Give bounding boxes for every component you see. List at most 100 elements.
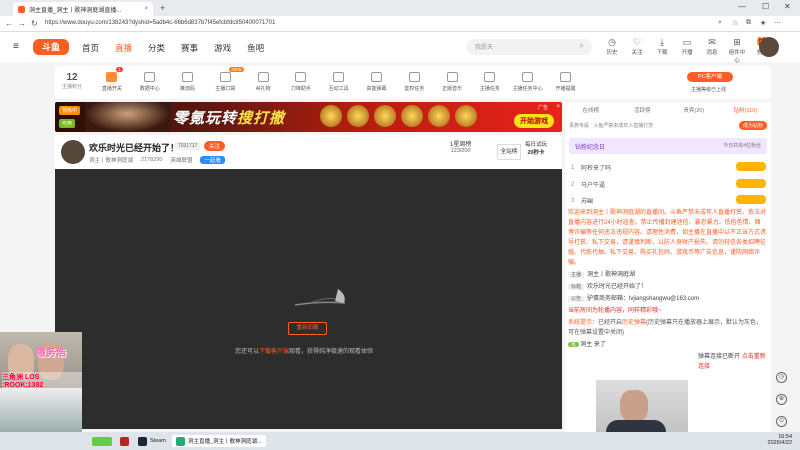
chat-line: 标题 欢乐时光已经开始了！ [568, 282, 766, 292]
tab-online-rank[interactable]: 在线榜 [565, 106, 617, 114]
system-clock[interactable]: 16:54 2026/4/22 [768, 434, 792, 446]
taskbar-app-icon[interactable] [120, 435, 129, 447]
rank-row[interactable]: 3 苏幽 [571, 195, 766, 205]
fu-badge: 福 [568, 342, 579, 347]
tool-auth-task[interactable]: 鉴权任务 [395, 70, 433, 92]
video-player[interactable]: 重新加载 您还可以下载客户端观看，获得纯净极速的观看体验 [55, 169, 562, 429]
tool-stream-key[interactable]: 推流码 [169, 70, 207, 92]
new-tab-button[interactable]: + [160, 3, 165, 13]
zoom-icon[interactable]: ⌕ [718, 19, 722, 27]
address-bar-row: ← → ↻ https://www.douyu.com/138243?dyshi… [0, 16, 800, 32]
host-name[interactable]: 洞主丨歌神洞庭湖 [89, 156, 133, 164]
tool-pocket[interactable]: NEW 主播口袋 [206, 67, 244, 92]
game-banner-ad[interactable]: 预热中 可用 零氪玩转搜打撤 广告 开始游戏 × [55, 102, 562, 132]
fan-anniversary[interactable]: 钻粉纪念日 今日共有4位粉丝 [569, 138, 767, 154]
close-tab-icon[interactable]: × [144, 6, 148, 12]
tool-data-center[interactable]: 数据中心 [131, 70, 169, 92]
close-ad-icon[interactable]: × [556, 104, 560, 110]
start-game-button[interactable]: 开始游戏 [514, 114, 554, 128]
download-button[interactable]: ⤓ 下载 [652, 37, 672, 64]
overlay-name: 嗷务浩 [36, 348, 66, 359]
available-tag: 可用 [59, 119, 76, 128]
notification-badge: 1 [116, 67, 123, 72]
minimize-button[interactable]: — [738, 2, 746, 11]
browser-menu-icon[interactable]: ⋯ [774, 19, 781, 27]
tool-interaction[interactable]: 互动工具 [320, 70, 358, 92]
tool-live-reminder[interactable]: 开播提醒 [547, 70, 585, 92]
nav-category[interactable]: 分类 [148, 42, 165, 54]
all-site-rank-button[interactable]: 全站榜 [497, 144, 521, 160]
douyu-logo[interactable]: 斗鱼 [33, 39, 69, 55]
anchor-score[interactable]: 12 主播积分 [59, 72, 85, 90]
follow-button[interactable]: 关注 [204, 141, 226, 151]
level-upgrade-link[interactable]: 主播等级已上线 [691, 86, 726, 93]
go-live-button[interactable]: ▭ 开播 [677, 37, 697, 64]
ad-icon [408, 72, 420, 82]
tool-blade-assistant[interactable]: 刀锋助手 [282, 70, 320, 92]
nav-games[interactable]: 游戏 [214, 42, 231, 54]
favorites-icon[interactable]: ★ [760, 19, 766, 27]
close-window-button[interactable]: ✕ [784, 2, 791, 11]
tool-task-center[interactable]: 主播任务中心 [509, 70, 547, 92]
browser-icon [176, 436, 185, 446]
search-input[interactable]: 我愿天 ⌕ [466, 39, 592, 55]
taskbar-browser[interactable]: 洞主直播_洞主丨歌神洞庭湖... [172, 435, 266, 447]
loading-spinner-icon [294, 289, 346, 306]
become-diamond-fan-button[interactable]: 成为钻粉 [738, 121, 767, 130]
taskbar-steam[interactable]: Steam [138, 435, 166, 447]
side-buttons: ◷ ⊕ ⊙ [776, 372, 787, 427]
forward-button[interactable]: → [18, 19, 26, 28]
history-button[interactable]: ◷ 历史 [602, 37, 622, 64]
pocket-icon [219, 72, 231, 82]
extensions-icon[interactable]: ⧉ [746, 19, 751, 27]
tool-high-energy-danmu[interactable]: 高能弹幕 [358, 70, 396, 92]
nav-live[interactable]: 直播 [115, 42, 132, 54]
download-icon: ⤓ [660, 37, 664, 47]
tab-vip[interactable]: 贵宾(20) [668, 106, 720, 114]
tool-anchor-task[interactable]: 主播任务 [471, 70, 509, 92]
tool-music[interactable]: 正版音乐 [433, 70, 471, 92]
nav-yuba[interactable]: 鱼吧 [247, 42, 264, 54]
daily-trial[interactable]: 每日试玩 20秒卡 [525, 140, 547, 156]
rank-row[interactable]: 2 马户牛逼 [571, 179, 766, 189]
chat-line: 公告 驴蛋商务邮箱：lvjiangshangwu@163.com [568, 294, 766, 304]
history-danmu-link[interactable]: 历史弹幕 [622, 320, 646, 326]
browser-tabbar: 洞主直播_洞主丨歌神洞庭湖直播... × + — ☐ ✕ [0, 0, 800, 16]
system-warning: 当前房间为轮播内容，同样精彩哦~ [568, 308, 662, 314]
rank-row[interactable]: 1 阿柃来了吗 [571, 162, 766, 172]
search-icon[interactable]: ⌕ [580, 41, 584, 51]
messages-button[interactable]: ✉ 消息 [702, 37, 722, 64]
component-center-button[interactable]: ⊞ 组件中心 [727, 37, 747, 64]
back-button[interactable]: ← [5, 19, 13, 28]
streamer-avatar[interactable] [61, 140, 85, 164]
mail-icon: ✉ [708, 37, 716, 47]
bookmark-icon[interactable]: ☆ [732, 19, 738, 27]
add-icon[interactable]: ⊕ [776, 394, 787, 405]
user-avatar[interactable] [759, 37, 779, 57]
nav-home[interactable]: 首页 [82, 42, 99, 54]
target-icon[interactable]: ⊙ [776, 416, 787, 427]
tool-live-switch[interactable]: 1 直播开关 [93, 67, 131, 92]
maximize-button[interactable]: ☐ [762, 2, 769, 11]
tab-diamond-fans[interactable]: 钻粉(110) [720, 106, 772, 114]
main-nav: 首页 直播 分类 赛事 游戏 鱼吧 [82, 42, 264, 54]
room-tag[interactable]: 一起看 [200, 156, 225, 164]
browser-tab[interactable]: 洞主直播_洞主丨歌神洞庭湖直播... × [13, 2, 153, 16]
room-meta: 洞主丨歌神洞庭湖 2178290 英雄联盟 一起看 [89, 156, 225, 164]
tab-active-rank[interactable]: 活跃榜 [617, 106, 669, 114]
taskbar-app-icon[interactable] [92, 435, 112, 447]
reload-button[interactable]: 重新加载 [288, 322, 327, 335]
download-client-link[interactable]: 下载客户端 [259, 349, 289, 355]
hamburger-menu-icon[interactable]: ≡ [13, 41, 19, 52]
nav-events[interactable]: 赛事 [181, 42, 198, 54]
url-field[interactable]: https://www.douyu.com/138243?dyshid=5adb… [45, 20, 275, 26]
follow-list-button[interactable]: ♡ 关注 [627, 37, 647, 64]
chart-icon [144, 72, 156, 82]
tool-ai-gift[interactable]: AI礼物 [244, 70, 282, 92]
pc-client-button[interactable]: PC客户端 [687, 72, 733, 82]
star-rank[interactable]: 1星周榜 123/200 [450, 139, 471, 154]
history-icon[interactable]: ◷ [776, 372, 787, 383]
fan-medal-icon [736, 162, 766, 171]
category-link[interactable]: 英雄联盟 [170, 156, 192, 164]
reload-button[interactable]: ↻ [31, 19, 38, 28]
